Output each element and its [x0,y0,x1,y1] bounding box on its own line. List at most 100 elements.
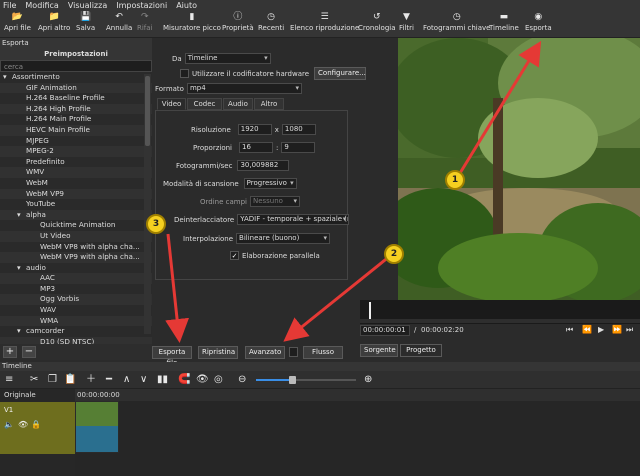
keyframes-button[interactable]: ◷ Fotogrammi chiave [423,11,490,38]
visibility-icon[interactable]: 👁 [18,420,28,429]
interpolation-select[interactable]: Bilineare (buono) [236,233,331,244]
preset-tree-item[interactable]: WebM VP9 with alpha cha... [0,252,152,263]
track-area[interactable] [75,401,640,476]
preset-tree-item[interactable]: ▾ camcorder [0,326,152,337]
configure-button[interactable]: Configurare... [314,67,367,80]
mute-icon[interactable]: 🔈 [4,420,14,429]
timeline-ruler[interactable]: 00:00:00:00 [75,389,640,401]
tab-source[interactable]: Sorgente [360,344,398,357]
preset-tree-item[interactable]: WebM VP8 with alpha cha... [0,242,152,253]
resolution-width[interactable]: 1920 [237,124,272,135]
preset-tree-item[interactable]: Quicktime Animation [0,220,152,231]
undo-button[interactable]: ↶ Annulla [106,11,132,38]
overwrite-icon[interactable]: ∨ [140,374,147,385]
redo-button[interactable]: ↷ Rifai [137,11,153,38]
lock-icon[interactable]: 🔒 [31,420,41,429]
preset-tree-item[interactable]: WebM VP9 [0,188,152,200]
stream-button[interactable]: Flusso [303,346,343,359]
playlist-button[interactable]: ☰ Elenco riproduzione [290,11,359,38]
aspect-height[interactable]: 9 [281,142,316,153]
tab-video[interactable]: Video [157,98,186,110]
scrub-icon[interactable]: 👁 [196,374,209,385]
preset-tree-item[interactable]: ▾ alpha [0,209,152,221]
advanced-toggle[interactable] [289,347,298,357]
deinterlacer-select[interactable]: YADIF - temporale + spaziale (m [237,214,350,225]
open-file-button[interactable]: 📂 Apri file [4,11,31,38]
field-order-select[interactable]: Nessuno [249,196,300,207]
fast-forward-icon[interactable]: ⏩ [612,325,622,334]
tab-audio[interactable]: Audio [223,98,253,110]
preset-tree-item[interactable]: H.264 High Profile [0,103,152,115]
tree-arrow-icon[interactable]: ▾ [17,326,26,337]
preset-tree-item[interactable]: AAC [0,273,152,284]
preset-tree-item[interactable]: Predefinito [0,157,152,168]
preset-tree-item[interactable]: ▾ Assortimento [0,72,152,83]
preset-tree-item[interactable]: Ogg Vorbis [0,294,152,306]
preset-tree-item[interactable]: H.264 Baseline Profile [0,93,152,104]
menu-visualizza[interactable]: Visualizza [68,1,107,10]
preset-tree-item[interactable]: H.264 Main Profile [0,114,152,125]
preset-tree-item[interactable]: WMA [0,315,152,327]
parallel-checkbox[interactable]: ✓ [230,251,239,260]
format-select[interactable]: mp4 [186,83,302,94]
hw-encoder-checkbox[interactable] [180,69,189,78]
paste-icon[interactable]: 📋 [64,374,76,385]
scrubber-bar[interactable] [360,300,640,324]
current-timecode[interactable]: 00:00:00:01 [360,325,410,336]
timeline-button[interactable]: ▬ Timeline [489,11,519,38]
history-button[interactable]: ↺ Cronologia [358,11,396,38]
copy-icon[interactable]: ❐ [48,374,57,385]
preset-tree-item[interactable]: MPEG-2 [0,146,152,157]
reset-button[interactable]: Ripristina [198,346,238,359]
da-select[interactable]: Timeline [184,53,271,64]
preset-scrollbar[interactable] [144,74,151,334]
menu-modifica[interactable]: Modifica [25,1,58,10]
menu-icon[interactable]: ≡ [5,374,13,385]
ripple-icon[interactable]: ◎ [214,374,223,385]
peak-meter-button[interactable]: ▮ Misuratore picco [163,11,221,38]
v1-track-header[interactable]: V1 🔈 👁 🔒 [0,402,75,454]
recent-button[interactable]: ◷ Recenti [258,11,284,38]
remove-icon[interactable]: ━ [106,374,112,385]
skip-start-icon[interactable]: ⏮ [566,325,573,335]
playhead-marker[interactable] [369,302,371,320]
append-icon[interactable]: ＋ [86,374,96,385]
preset-tree-item[interactable]: GIF Animation [0,82,152,94]
export-button[interactable]: ◉ Esporta [525,11,552,38]
export-file-button[interactable]: Esporta file [152,346,192,367]
menu-aiuto[interactable]: Aiuto [176,1,197,10]
resolution-height[interactable]: 1080 [281,124,316,135]
video-clip[interactable] [75,401,119,453]
tree-arrow-icon[interactable]: ▾ [3,72,12,83]
filters-button[interactable]: ▼ Filtri [399,11,414,38]
split-icon[interactable]: ▮▮ [157,374,168,385]
preset-tree-item[interactable]: MP3 [0,284,152,295]
save-button[interactable]: 💾 Salva [76,11,95,38]
skip-end-icon[interactable]: ⏭ [626,325,633,335]
play-icon[interactable]: ▶ [598,325,604,334]
tab-altro[interactable]: Altro [254,98,284,110]
preset-tree-item[interactable]: WebM [0,178,152,189]
tree-arrow-icon[interactable]: ▾ [17,210,26,221]
tree-arrow-icon[interactable]: ▾ [17,263,26,274]
preset-search-input[interactable]: cerca [0,60,152,72]
preset-tree-item[interactable]: ▾ audio [0,263,152,274]
tab-codec[interactable]: Codec [187,98,222,110]
properties-button[interactable]: ⓘ Proprietà [222,11,254,38]
preset-tree-item[interactable]: HEVC Main Profile [0,124,152,136]
preset-tree-item[interactable]: WAV [0,305,152,316]
cut-icon[interactable]: ✂ [30,374,38,385]
zoom-handle[interactable] [289,376,296,384]
preset-tree-item[interactable]: YouTube [0,199,152,210]
video-preview[interactable] [398,38,640,302]
lift-icon[interactable]: ∧ [123,374,130,385]
zoom-out-icon[interactable]: ⊖ [238,374,246,385]
snap-icon[interactable]: 🧲 [178,374,190,385]
fps-input[interactable]: 30,009882 [237,160,290,171]
remove-preset-button[interactable]: − [22,346,36,358]
open-other-button[interactable]: 📁 Apri altro [38,11,70,38]
preset-tree-item[interactable]: Ut Video [0,230,152,242]
preset-tree-item[interactable]: MJPEG [0,136,152,147]
menu-file[interactable]: File [3,1,16,10]
aspect-width[interactable]: 16 [239,142,273,153]
